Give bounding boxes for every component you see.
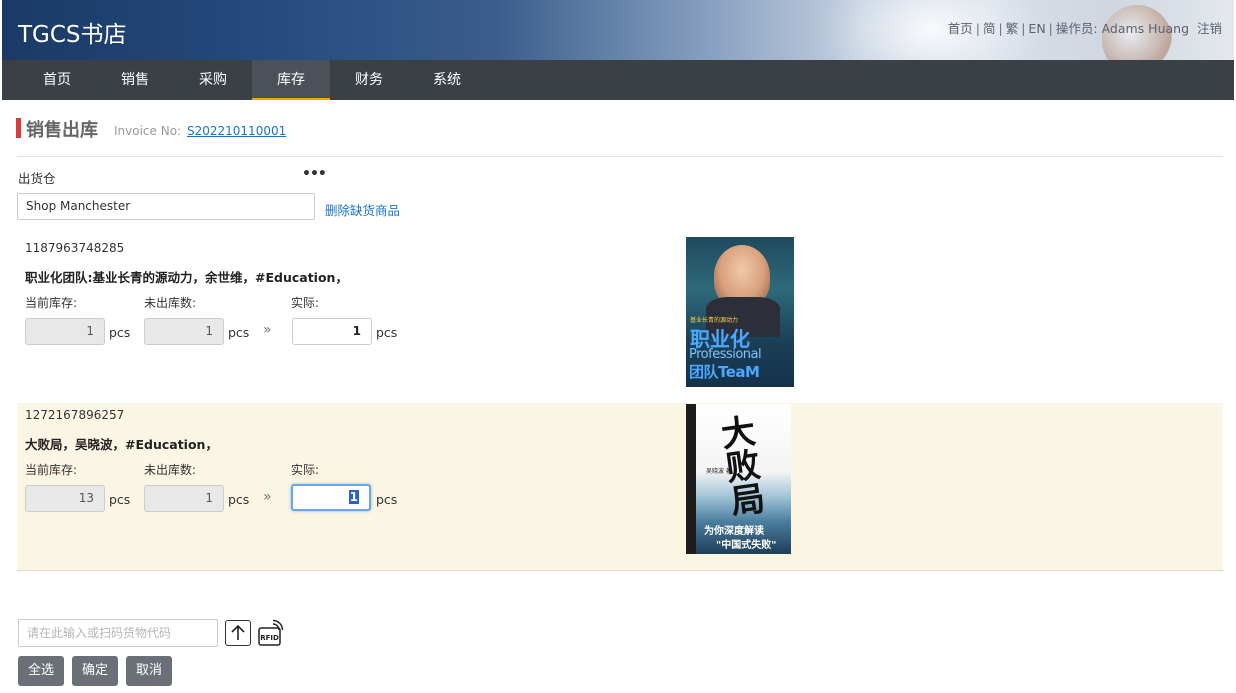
unit-label: pcs: [376, 325, 398, 340]
current-stock-field: 13: [25, 485, 105, 512]
unit-label: pcs: [109, 492, 131, 507]
rfid-button[interactable]: RFID: [257, 619, 285, 647]
pending-out-field: 1: [144, 318, 224, 345]
nav-item-system[interactable]: 系统: [408, 60, 486, 100]
item-title: 职业化团队:基业长青的源动力，余世维，#Education，: [25, 270, 348, 285]
double-chevron-right-icon: »: [263, 489, 272, 505]
unit-label: pcs: [376, 492, 398, 507]
upload-button[interactable]: [225, 620, 251, 646]
item-code-input[interactable]: 请在此输入或扫码货物代码: [18, 619, 218, 647]
home-link[interactable]: 首页: [948, 21, 973, 36]
page-title: 销售出库: [26, 120, 98, 141]
list-item[interactable]: 1272167896257 大败局，吴晓波，#Education， 当前库存: …: [17, 403, 1223, 571]
app-logo[interactable]: TGCS书店: [18, 15, 127, 49]
english-link[interactable]: EN: [1028, 21, 1045, 36]
list-item[interactable]: 1187963748285 职业化团队:基业长青的源动力，余世维，#Educat…: [17, 234, 1223, 402]
logout-link[interactable]: 注销: [1197, 21, 1222, 36]
warehouse-label: 出货仓: [18, 171, 56, 186]
header-banner: TGCS书店 首页 | 简 | 繁 | EN | 操作员: Adams Huang 注销: [2, 0, 1234, 60]
nav-item-inventory[interactable]: 库存: [252, 60, 330, 100]
pending-out-label: 未出库数:: [144, 463, 197, 477]
current-stock-field: 1: [25, 318, 105, 345]
cover-english-text: Professional: [689, 347, 762, 362]
more-options-icon[interactable]: •••: [302, 166, 327, 182]
operator-label: 操作员:: [1055, 21, 1098, 36]
remove-out-of-stock-link[interactable]: 删除缺货商品: [325, 200, 400, 219]
cover-title-text: 大败局: [718, 411, 768, 523]
divider: [17, 156, 1223, 157]
cover-subtitle-2: "中国式失败": [716, 540, 777, 551]
confirm-button[interactable]: 确定: [72, 656, 118, 686]
cancel-button[interactable]: 取消: [126, 656, 172, 686]
double-chevron-right-icon: »: [263, 322, 272, 338]
actual-label: 实际:: [291, 463, 320, 477]
warehouse-select[interactable]: Shop Manchester: [17, 193, 315, 220]
cover-spine-strip: [686, 404, 696, 554]
nav-item-finance[interactable]: 财务: [330, 60, 408, 100]
item-title: 大败局，吴晓波，#Education，: [25, 437, 218, 452]
nav-item-sales[interactable]: 销售: [96, 60, 174, 100]
cover-subtitle-1: 为你深度解读: [704, 526, 764, 537]
item-barcode: 1187963748285: [25, 241, 125, 255]
unit-label: pcs: [228, 325, 250, 340]
top-links: 首页 | 简 | 繁 | EN | 操作员: Adams Huang 注销: [947, 21, 1222, 36]
invoice-number-link[interactable]: S202210110001: [187, 124, 286, 138]
arrow-up-icon: [231, 624, 245, 640]
selected-value: 1: [348, 490, 359, 504]
pending-out-field: 1: [144, 485, 224, 512]
book-cover-image: 基业长青的源动力 职业化 Professional 团队TeaM: [686, 237, 794, 387]
cover-author-text: 吴晓波 著: [706, 468, 732, 475]
book-cover-image: 大败局 吴晓波 著 为你深度解读 "中国式失败": [686, 404, 791, 554]
current-stock-label: 当前库存:: [25, 296, 78, 310]
actual-quantity-input[interactable]: 1: [291, 484, 371, 511]
select-all-button[interactable]: 全选: [18, 656, 64, 686]
invoice-label: Invoice No:: [114, 124, 182, 138]
item-barcode: 1272167896257: [25, 408, 125, 422]
unit-label: pcs: [228, 492, 250, 507]
operator-name: Adams Huang: [1101, 21, 1190, 36]
nav-item-home[interactable]: 首页: [18, 60, 96, 100]
current-stock-label: 当前库存:: [25, 463, 78, 477]
nav-item-purchase[interactable]: 采购: [174, 60, 252, 100]
actual-quantity-input[interactable]: 1: [292, 318, 372, 345]
pending-out-label: 未出库数:: [144, 296, 197, 310]
cover-team-text: 团队TeaM: [689, 363, 760, 381]
title-accent-bar: [16, 118, 21, 138]
unit-label: pcs: [109, 325, 131, 340]
rfid-text: RFID: [260, 634, 279, 642]
actual-label: 实际:: [291, 296, 320, 310]
main-nav: 首页 销售 采购 库存 财务 系统: [2, 60, 1234, 100]
simplified-chinese-link[interactable]: 简: [983, 21, 996, 36]
rfid-icon: RFID: [258, 619, 284, 646]
traditional-chinese-link[interactable]: 繁: [1006, 21, 1019, 36]
